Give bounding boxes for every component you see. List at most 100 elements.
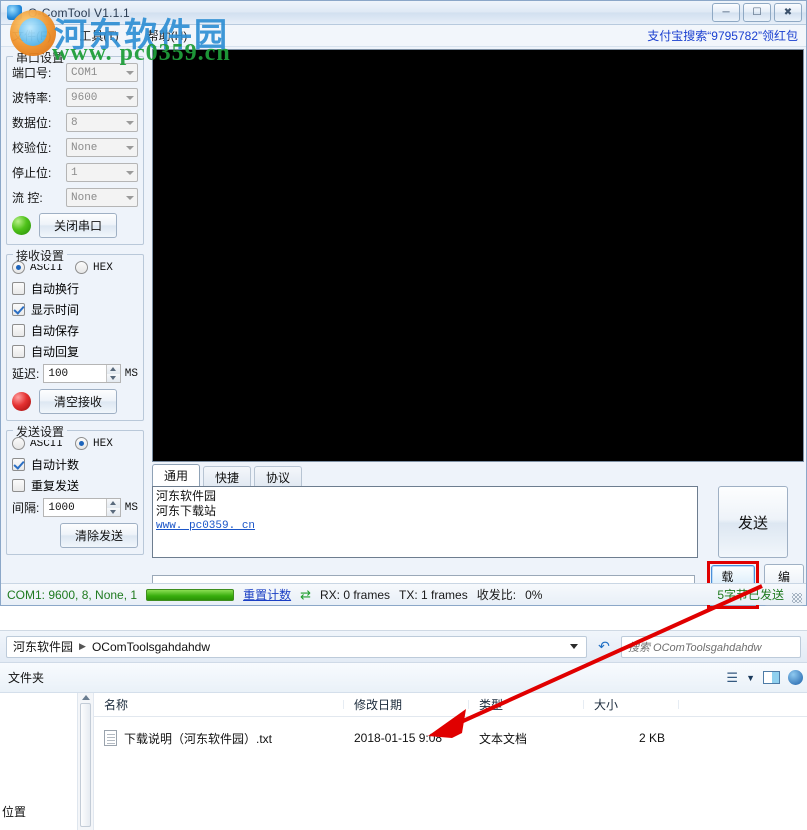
navigation-pane: 位置: [0, 693, 78, 830]
status-ratio-label: 收发比:: [476, 588, 517, 602]
reset-count-link[interactable]: 重置计数: [243, 586, 291, 603]
tab-general[interactable]: 通用: [152, 464, 201, 486]
breadcrumb[interactable]: 河东软件园 ▶ OComToolsgahdahdw: [6, 635, 587, 658]
checkbox-auto-reply[interactable]: 自动回复: [12, 343, 138, 359]
chevron-down-icon[interactable]: ▼: [746, 673, 755, 683]
port-select[interactable]: COM1: [66, 63, 138, 82]
receive-hex-option[interactable]: HEX: [75, 261, 138, 274]
minimize-button[interactable]: ─: [712, 3, 740, 22]
delay-stepper[interactable]: [105, 365, 120, 382]
scroll-up-icon[interactable]: [81, 695, 90, 700]
flowcontrol-value: None: [71, 191, 98, 204]
maximize-button[interactable]: ☐: [743, 3, 771, 22]
port-status-led: [12, 216, 31, 235]
interval-value: 1000: [48, 501, 75, 514]
help-icon[interactable]: [788, 670, 803, 685]
breadcrumb-folder[interactable]: OComToolsgahdahdw: [92, 640, 210, 654]
field-stopbits: 停止位: 1: [12, 163, 138, 182]
status-rx: RX: 0 frames: [320, 587, 391, 602]
stepper-down[interactable]: [106, 507, 120, 516]
label-parity: 校验位:: [12, 141, 52, 155]
baud-select[interactable]: 9600: [66, 88, 138, 107]
menu-file[interactable]: 文件(F): [9, 26, 54, 45]
field-flowcontrol: 流 控: None: [12, 188, 138, 207]
file-name: 下载说明（河东软件园）.txt: [124, 731, 273, 746]
label-databits: 数据位:: [12, 116, 52, 130]
receive-status-led: [12, 392, 31, 411]
chevron-down-icon: [126, 120, 134, 125]
explorer-main: 位置 名称 修改日期 类型 大小 下载说明（河东软件园）.txt 2018-01…: [0, 693, 807, 830]
interval-input[interactable]: 1000: [43, 498, 121, 517]
serial-settings-group: 串口设置 端口号: COM1 波特率: 9600 数据位: 8 校验位: Non…: [6, 49, 144, 245]
stopbits-select[interactable]: 1: [66, 163, 138, 182]
checkbox-show-time[interactable]: 显示时间: [12, 301, 138, 317]
send-button[interactable]: 发送: [718, 486, 788, 558]
parity-select[interactable]: None: [66, 138, 138, 157]
checkbox-icon: [12, 302, 25, 316]
delay-row: 延迟: 100 MS: [12, 364, 138, 383]
status-ratio-value: 0%: [525, 587, 543, 602]
chevron-down-icon[interactable]: [570, 644, 578, 649]
checkbox-icon: [12, 323, 25, 337]
serial-tool-window: O-ComTool V1.1.1 ─ ☐ ✖ 文件(F) 工具(T) 帮助(H)…: [0, 0, 807, 609]
stopbits-value: 1: [71, 166, 78, 179]
column-header-type[interactable]: 类型: [469, 696, 584, 713]
stepper-up[interactable]: [106, 499, 120, 508]
close-port-button[interactable]: 关闭串口: [39, 213, 117, 238]
databits-select[interactable]: 8: [66, 113, 138, 132]
interval-unit: MS: [124, 501, 138, 514]
clear-receive-button[interactable]: 清空接收: [39, 389, 117, 414]
interval-stepper[interactable]: [105, 499, 120, 516]
tab-shortcut[interactable]: 快捷: [203, 466, 252, 486]
send-input[interactable]: 河东软件园 河东下载站 www. pc0359. cn: [152, 486, 698, 558]
tab-protocol[interactable]: 协议: [254, 466, 303, 486]
column-header-name[interactable]: 名称: [94, 696, 344, 713]
delay-input[interactable]: 100: [43, 364, 121, 383]
table-row[interactable]: 下载说明（河东软件园）.txt 2018-01-15 9:08 文本文档 2 K…: [94, 723, 807, 753]
checkbox-auto-newline-label: 自动换行: [31, 281, 80, 296]
list-header: 名称 修改日期 类型 大小: [94, 693, 807, 717]
column-header-size[interactable]: 大小: [584, 696, 679, 713]
search-input[interactable]: 搜索 OComToolsgahdahdw: [621, 635, 801, 658]
checkbox-auto-save[interactable]: 自动保存: [12, 322, 138, 338]
label-flowcontrol: 流 控:: [12, 191, 43, 205]
chevron-down-icon: [126, 195, 134, 200]
checkbox-repeat-send[interactable]: 重复发送: [12, 477, 138, 493]
refresh-icon[interactable]: ↶: [593, 636, 615, 658]
stepper-up[interactable]: [106, 365, 120, 374]
stepper-down[interactable]: [106, 373, 120, 382]
send-line-link[interactable]: www. pc0359. cn: [156, 519, 694, 534]
send-area: 河东软件园 河东下载站 www. pc0359. cn 发送: [152, 486, 804, 558]
toolbar-folder-label[interactable]: 文件夹: [8, 669, 44, 686]
preview-pane-icon[interactable]: [763, 671, 780, 684]
databits-value: 8: [71, 116, 78, 129]
menu-tools[interactable]: 工具(T): [76, 26, 121, 45]
nav-label-location[interactable]: 位置: [2, 805, 26, 819]
checkbox-auto-newline[interactable]: 自动换行: [12, 280, 138, 296]
resize-grip[interactable]: [792, 593, 802, 603]
chevron-down-icon: [126, 95, 134, 100]
view-list-icon[interactable]: ☰: [726, 670, 738, 686]
receive-display[interactable]: [152, 49, 804, 462]
breadcrumb-root[interactable]: 河东软件园: [13, 638, 73, 655]
send-line-1: 河东软件园: [156, 489, 217, 503]
clear-send-button[interactable]: 清除发送: [60, 523, 138, 548]
label-baud: 波特率:: [12, 91, 52, 105]
promo-text[interactable]: 支付宝搜索“9795782”领红包: [647, 27, 798, 44]
refresh-icon[interactable]: ⇄: [300, 587, 311, 603]
scroll-thumb[interactable]: [80, 703, 91, 827]
checkbox-auto-count[interactable]: 自动计数: [12, 456, 138, 472]
radio-icon: [75, 261, 88, 274]
send-hex-option[interactable]: HEX: [75, 437, 138, 450]
radio-icon: [12, 437, 25, 450]
send-hex-label: HEX: [93, 437, 113, 450]
toolbar-right-icons: ☰ ▼: [726, 670, 803, 686]
flowcontrol-select[interactable]: None: [66, 188, 138, 207]
chevron-down-icon: [126, 170, 134, 175]
chevron-down-icon: [126, 145, 134, 150]
list-scrollbar[interactable]: [78, 693, 94, 830]
port-action-row: 关闭串口: [12, 213, 138, 238]
column-header-date[interactable]: 修改日期: [344, 696, 469, 713]
close-button[interactable]: ✖: [774, 3, 802, 22]
menu-help[interactable]: 帮助(H): [144, 26, 191, 45]
